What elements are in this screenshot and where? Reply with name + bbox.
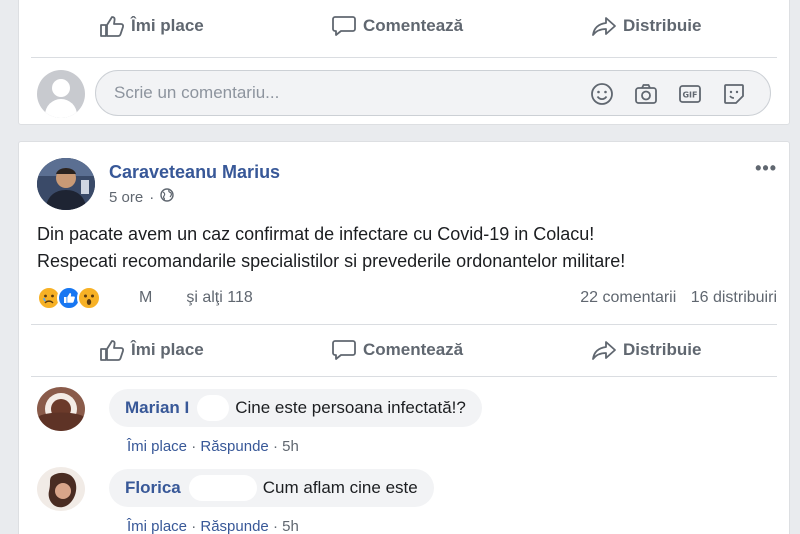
reaction-summary[interactable]: Mşi alţi 118 (113, 289, 253, 307)
like-button[interactable]: Îmi place (99, 15, 204, 37)
comment-label: Comentează (363, 16, 464, 35)
speech-bubble-icon (332, 340, 356, 360)
share-arrow-icon (592, 17, 616, 36)
comment-actions: Îmi place · Răspunde · 5h (127, 518, 299, 534)
globe-icon (160, 188, 174, 206)
thumbs-up-icon (100, 340, 125, 361)
like-button[interactable]: Îmi place (99, 339, 204, 361)
gif-icon[interactable]: GIF (678, 82, 704, 106)
share-arrow-icon (592, 341, 616, 360)
svg-text:GIF: GIF (682, 91, 697, 100)
camera-icon[interactable] (634, 82, 660, 106)
comment-author[interactable]: Florica (125, 478, 181, 498)
share-label: Distribuie (623, 340, 702, 359)
comment-label: Comentează (363, 340, 464, 359)
avatar (37, 70, 85, 118)
reactions-row: Mşi alţi 118 22 comentarii 16 distribuir… (37, 284, 777, 312)
wow-reaction-icon[interactable] (77, 286, 101, 310)
avatar[interactable] (37, 158, 95, 210)
like-label: Îmi place (131, 16, 204, 35)
comment-author[interactable]: Marian I (125, 398, 189, 418)
post-actions-bar: Îmi place Comentează Distribuie (19, 3, 789, 49)
comment-reply-link[interactable]: Răspunde (200, 518, 268, 534)
share-button[interactable]: Distribuie (591, 15, 701, 37)
divider (31, 376, 777, 377)
thumbs-up-icon (100, 16, 125, 37)
share-label: Distribuie (623, 16, 702, 35)
comment-text: Cum aflam cine este (262, 478, 418, 497)
post-text-line: Respecati recomandarile specialistilor s… (37, 251, 626, 271)
comment-like-link[interactable]: Îmi place (127, 518, 187, 534)
avatar[interactable] (37, 387, 85, 431)
engagement-counts: 22 comentarii 16 distribuiri (580, 289, 777, 307)
post-text-line: Din pacate avem un caz confirmat de infe… (37, 224, 595, 244)
comment-time[interactable]: 5h (282, 438, 299, 455)
comment-button[interactable]: Comentează (331, 339, 463, 361)
speech-bubble-icon (332, 16, 356, 36)
previous-post-card: Îmi place Comentează Distribuie Scrie un… (18, 0, 790, 125)
comment-bubble: Marian I Cine este persoana infectată!? (109, 389, 482, 427)
comment-input[interactable]: Scrie un comentariu... GIF (95, 70, 771, 116)
post-meta: 5 ore · (109, 188, 174, 206)
comment-count[interactable]: 22 comentarii (580, 289, 676, 306)
smiley-icon[interactable] (590, 82, 616, 106)
share-button[interactable]: Distribuie (591, 339, 701, 361)
comment-text: Cine este persoana infectată!? (235, 398, 466, 417)
separator: · (272, 518, 278, 534)
avatar[interactable] (37, 467, 85, 511)
post-author-name[interactable]: Caraveteanu Marius (109, 162, 280, 183)
separator: · (272, 438, 278, 455)
comment-reply-link[interactable]: Răspunde (200, 438, 268, 455)
separator: · (149, 188, 155, 206)
comment-button[interactable]: Comentează (331, 15, 463, 37)
post-text: Din pacate avem un caz confirmat de infe… (37, 221, 777, 275)
comment-bubble: Florica Cum aflam cine este (109, 469, 434, 507)
comment-compose-row: Scrie un comentariu... GIF (37, 70, 771, 118)
like-label: Îmi place (131, 340, 204, 359)
compose-icons: GIF (590, 82, 748, 106)
comment-actions: Îmi place · Răspunde · 5h (127, 438, 299, 455)
divider (31, 57, 777, 58)
divider (31, 324, 777, 325)
share-count[interactable]: 16 distribuiri (691, 289, 777, 306)
post-time[interactable]: 5 ore (109, 189, 143, 206)
separator: · (191, 438, 197, 455)
comment-placeholder: Scrie un comentariu... (114, 83, 280, 102)
post-actions-bar: Îmi place Comentează Distribuie (19, 327, 789, 373)
comment-time[interactable]: 5h (282, 518, 299, 534)
post-card: Caraveteanu Marius 5 ore · ••• Din pacat… (18, 141, 790, 534)
sticker-icon[interactable] (722, 82, 748, 106)
reaction-summary-suffix: şi alţi 118 (186, 289, 253, 306)
more-options-icon[interactable]: ••• (755, 158, 777, 179)
separator: · (191, 518, 197, 534)
reaction-summary-prefix: M (139, 289, 153, 306)
comment-like-link[interactable]: Îmi place (127, 438, 187, 455)
